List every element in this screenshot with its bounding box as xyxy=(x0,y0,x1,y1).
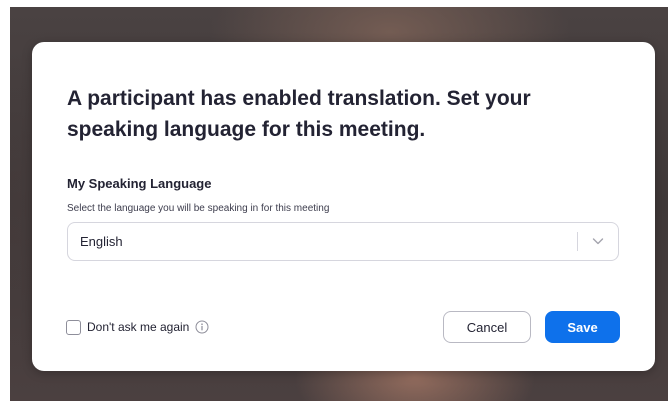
dialog-title: A participant has enabled translation. S… xyxy=(67,87,531,141)
selected-language: English xyxy=(80,234,123,249)
dont-ask-again-option[interactable]: Don't ask me again xyxy=(66,318,209,336)
info-icon[interactable] xyxy=(195,320,209,334)
chevron-down-icon[interactable] xyxy=(589,232,607,250)
translation-language-dialog: A participant has enabled translation. S… xyxy=(32,42,655,371)
cancel-button[interactable]: Cancel xyxy=(443,311,531,343)
speaking-language-select[interactable]: English xyxy=(67,222,619,261)
speaking-language-description: Select the language you will be speaking… xyxy=(67,203,330,214)
dont-ask-again-label[interactable]: Don't ask me again xyxy=(87,320,189,334)
dont-ask-again-checkbox[interactable] xyxy=(66,319,81,335)
save-button[interactable]: Save xyxy=(545,311,620,343)
select-divider xyxy=(577,232,578,251)
speaking-language-label: My Speaking Language xyxy=(67,176,212,191)
